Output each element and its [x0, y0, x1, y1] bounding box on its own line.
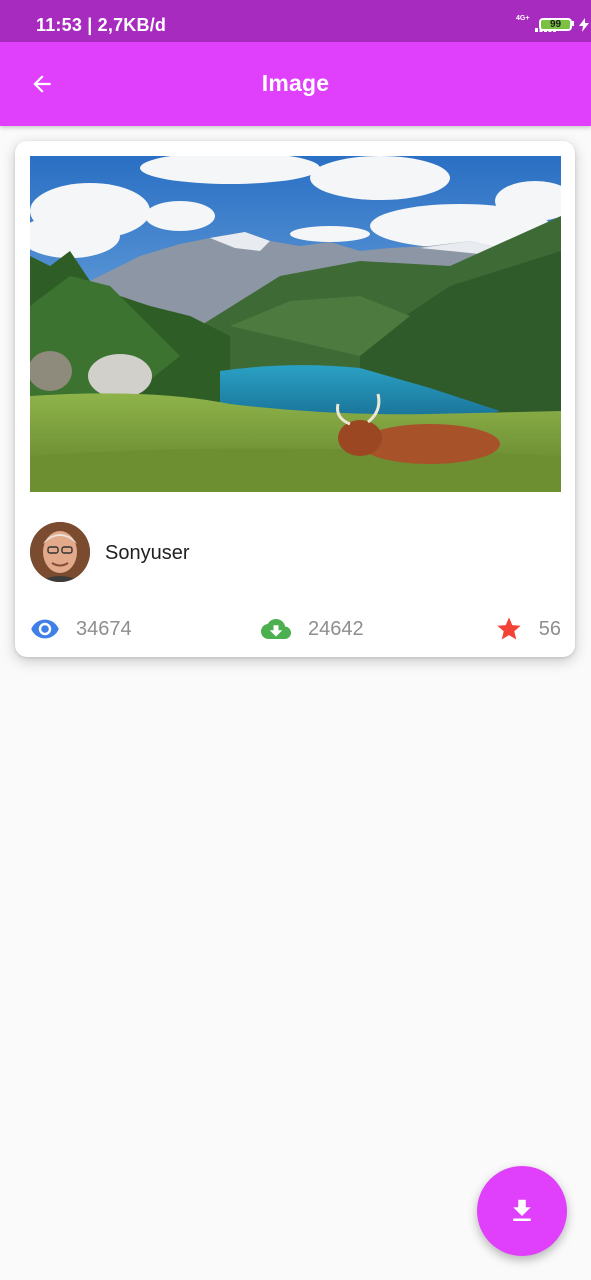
favorites-count: 56: [538, 617, 561, 640]
downloads-stat: 24642: [260, 614, 364, 644]
downloads-count: 24642: [308, 617, 364, 640]
status-bar: 11:53 | 2,7KB/d 4G+ 99: [0, 0, 591, 42]
image-card: Sonyuser 34674 24642 56: [15, 141, 575, 657]
download-icon: [513, 1199, 531, 1221]
app-bar: Image: [0, 42, 591, 126]
star-icon: [497, 617, 521, 640]
image-stats: 34674 24642 56: [30, 614, 561, 644]
page-title: Image: [261, 70, 330, 96]
landscape-photo[interactable]: [30, 156, 561, 492]
battery-tip: [572, 21, 574, 26]
battery-level: 99: [541, 20, 570, 30]
favorites-stat: 56: [495, 614, 561, 644]
views-stat: 34674: [30, 614, 132, 644]
download-button[interactable]: [477, 1166, 567, 1256]
network-type-label: 4G+: [516, 15, 530, 22]
charging-icon: [579, 18, 589, 32]
cloud-download-icon: [261, 619, 291, 639]
status-time: 11:53 | 2,7KB/d: [36, 15, 167, 35]
author-name[interactable]: Sonyuser: [105, 542, 190, 565]
views-count: 34674: [76, 617, 132, 640]
battery-icon: 99: [539, 18, 572, 31]
avatar[interactable]: [30, 522, 90, 582]
eye-icon: [31, 619, 59, 639]
